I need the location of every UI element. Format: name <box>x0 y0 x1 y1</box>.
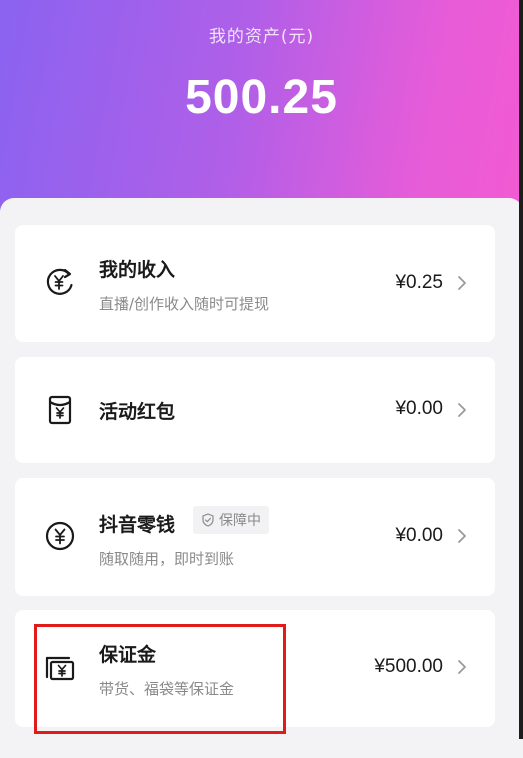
chevron-right-icon <box>458 660 466 674</box>
card-income[interactable]: 我的收入 直播/创作收入随时可提现 ¥0.25 <box>15 225 495 342</box>
card-red-envelope-amount: ¥0.00 <box>395 398 443 419</box>
shield-check-icon <box>202 513 214 527</box>
protection-badge: 保障中 <box>193 506 269 534</box>
yen-coin-icon <box>43 519 77 553</box>
card-douyin-balance[interactable]: 抖音零钱 保障中 随取随用，即时到账 ¥0.00 <box>15 478 495 596</box>
card-deposit-subtitle: 带货、福袋等保证金 <box>99 680 235 698</box>
card-douyin-balance-subtitle: 随取随用，即时到账 <box>99 550 235 568</box>
deposit-icon <box>43 650 77 684</box>
card-deposit-amount: ¥500.00 <box>374 656 443 677</box>
card-douyin-balance-amount: ¥0.00 <box>395 525 443 546</box>
chevron-right-icon <box>458 529 466 543</box>
card-income-title: 我的收入 <box>99 259 176 281</box>
protection-badge-label: 保障中 <box>219 513 261 529</box>
card-douyin-balance-title: 抖音零钱 <box>99 514 176 536</box>
assets-title: 我的资产(元) <box>208 27 315 47</box>
chevron-right-icon <box>458 403 466 417</box>
card-red-envelope-title: 活动红包 <box>99 401 176 423</box>
assets-total: 500.25 <box>185 71 338 124</box>
assets-header: 我的资产(元) 500.25 <box>0 0 523 230</box>
card-income-amount: ¥0.25 <box>395 272 443 293</box>
window-edge <box>519 0 523 739</box>
yen-return-icon <box>43 265 77 299</box>
chevron-right-icon <box>458 276 466 290</box>
card-deposit[interactable]: 保证金 带货、福袋等保证金 ¥500.00 <box>15 610 495 727</box>
red-envelope-icon <box>43 393 77 427</box>
card-red-envelope[interactable]: 活动红包 ¥0.00 <box>15 357 495 463</box>
card-income-subtitle: 直播/创作收入随时可提现 <box>99 295 270 313</box>
card-deposit-title: 保证金 <box>99 644 157 666</box>
